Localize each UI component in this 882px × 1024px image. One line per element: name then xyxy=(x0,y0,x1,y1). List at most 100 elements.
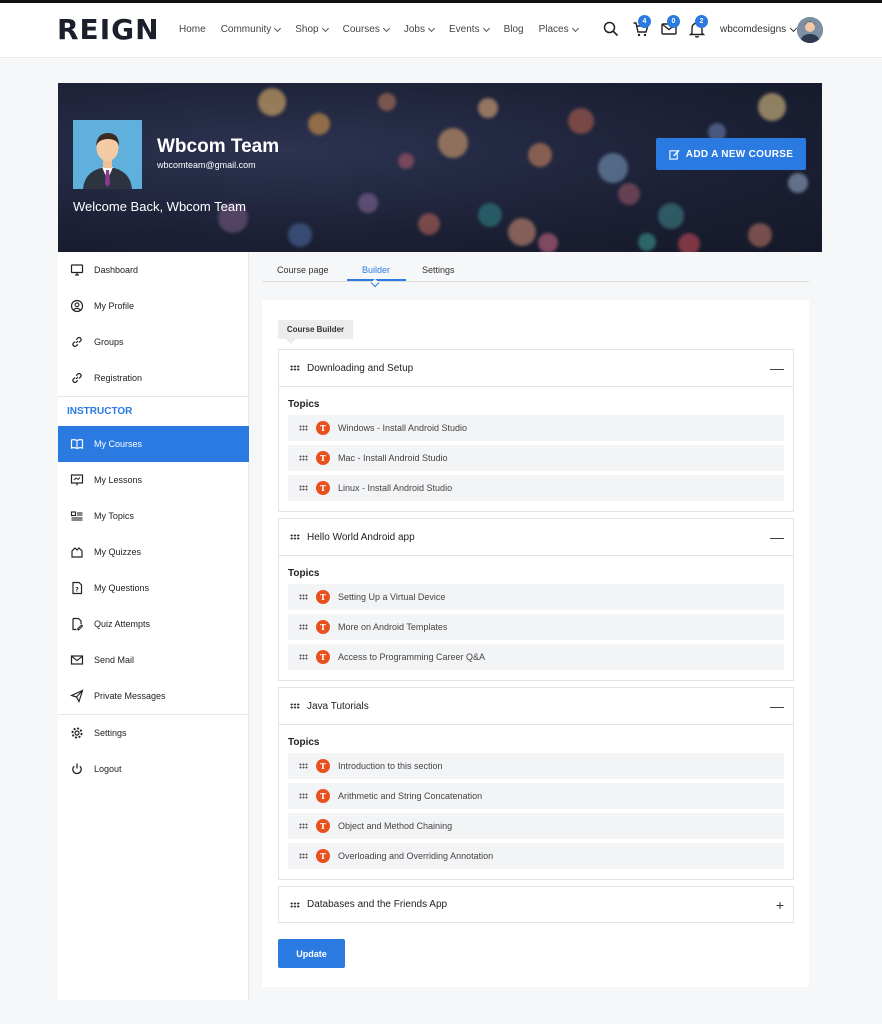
chevron-down-icon xyxy=(382,24,390,32)
sidebar-item-logout[interactable]: Logout xyxy=(58,751,249,787)
sidebar-item-private-messages[interactable]: Private Messages xyxy=(58,678,249,714)
topic-type-icon: T xyxy=(316,421,330,435)
topic-item[interactable]: T Windows - Install Android Studio xyxy=(288,415,784,441)
bokeh-light xyxy=(568,108,594,134)
user-menu[interactable]: wbcomdesigns xyxy=(720,24,798,35)
section-header[interactable]: Hello World Android app — xyxy=(279,519,793,556)
topic-item[interactable]: T Mac - Install Android Studio xyxy=(288,445,784,471)
nav-events[interactable]: Events xyxy=(449,24,490,35)
nav-label: Community xyxy=(220,24,272,35)
bokeh-light xyxy=(638,233,656,251)
search-icon[interactable] xyxy=(602,20,620,38)
topic-item[interactable]: T More on Android Templates xyxy=(288,614,784,640)
sidebar-item-my-quizzes[interactable]: My Quizzes xyxy=(58,534,249,570)
bokeh-light xyxy=(478,203,502,227)
course-section: Hello World Android app — Topics T Setting U… xyxy=(278,518,794,681)
bokeh-light xyxy=(418,213,440,235)
nav-label: Home xyxy=(179,24,206,35)
topic-item[interactable]: T Access to Programming Career Q&A xyxy=(288,644,784,670)
nav-home[interactable]: Home xyxy=(179,24,206,35)
section-footer-space xyxy=(279,674,793,680)
sidebar-item-my-courses[interactable]: My Courses xyxy=(58,426,249,462)
topic-type-icon: T xyxy=(316,590,330,604)
sidebar-item-registration[interactable]: Registration xyxy=(58,360,249,396)
messages-count-badge: 0 xyxy=(667,15,680,28)
sidebar-item-my-topics[interactable]: My Topics xyxy=(58,498,249,534)
tab-course-page[interactable]: Course page xyxy=(277,265,329,275)
sidebar-item-my-profile[interactable]: My Profile xyxy=(58,288,249,324)
sidebar-item-dashboard[interactable]: Dashboard xyxy=(58,252,249,288)
sidebar-item-my-questions[interactable]: ? My Questions xyxy=(58,570,249,606)
sidebar-item-label: Groups xyxy=(94,337,124,347)
drag-handle-icon[interactable] xyxy=(299,425,308,431)
tab-builder[interactable]: Builder xyxy=(362,265,390,275)
section-title: Java Tutorials xyxy=(307,700,369,712)
section-header[interactable]: Java Tutorials — xyxy=(279,688,793,725)
sidebar-item-label: My Courses xyxy=(94,439,143,449)
drag-handle-icon[interactable] xyxy=(290,534,300,540)
topic-item[interactable]: T Overloading and Overriding Annotation xyxy=(288,843,784,869)
bokeh-light xyxy=(288,223,312,247)
drag-handle-icon[interactable] xyxy=(299,594,308,600)
topic-item[interactable]: T Linux - Install Android Studio xyxy=(288,475,784,501)
topic-item[interactable]: T Setting Up a Virtual Device xyxy=(288,584,784,610)
bokeh-light xyxy=(358,193,378,213)
section-header[interactable]: Downloading and Setup — xyxy=(279,350,793,387)
nav-blog[interactable]: Blog xyxy=(504,24,524,35)
section-header[interactable]: Databases and the Friends App + xyxy=(279,887,793,922)
course-tabs: Course page Builder Settings xyxy=(262,258,809,282)
add-new-course-button[interactable]: ADD A NEW COURSE xyxy=(656,138,806,170)
drag-handle-icon[interactable] xyxy=(299,823,308,829)
topic-item[interactable]: T Arithmetic and String Concatenation xyxy=(288,783,784,809)
drag-handle-icon[interactable] xyxy=(290,901,300,908)
drag-handle-icon[interactable] xyxy=(299,624,308,630)
section-title: Databases and the Friends App xyxy=(307,899,448,910)
nav-community[interactable]: Community xyxy=(220,24,282,35)
avatar[interactable] xyxy=(797,17,823,43)
topic-type-icon: T xyxy=(316,451,330,465)
tab-settings[interactable]: Settings xyxy=(422,265,455,275)
expand-icon[interactable]: + xyxy=(776,897,784,913)
drag-handle-icon[interactable] xyxy=(299,455,308,461)
update-button[interactable]: Update xyxy=(278,939,345,968)
collapse-icon[interactable]: — xyxy=(770,698,784,714)
sidebar-item-groups[interactable]: Groups xyxy=(58,324,249,360)
topic-item[interactable]: T Object and Method Chaining xyxy=(288,813,784,839)
link-icon xyxy=(70,335,84,349)
sidebar-item-quiz-attempts[interactable]: Quiz Attempts xyxy=(58,606,249,642)
topic-item[interactable]: T Introduction to this section xyxy=(288,753,784,779)
dashboard-sidebar: Dashboard My Profile Groups Registration INS… xyxy=(58,252,249,1000)
nav-shop[interactable]: Shop xyxy=(295,24,329,35)
sidebar-item-my-lessons[interactable]: My Lessons xyxy=(58,462,249,498)
drag-handle-icon[interactable] xyxy=(290,703,300,709)
chevron-down-icon xyxy=(427,24,436,32)
nav-places[interactable]: Places xyxy=(539,24,579,35)
sidebar-item-send-mail[interactable]: Send Mail xyxy=(58,642,249,678)
drag-handle-icon[interactable] xyxy=(299,763,308,769)
nav-label: Courses xyxy=(342,24,380,35)
bokeh-light xyxy=(528,143,552,167)
nav-jobs[interactable]: Jobs xyxy=(404,24,436,35)
drag-handle-icon[interactable] xyxy=(290,365,300,371)
sidebar-item-label: My Profile xyxy=(94,301,135,311)
bokeh-light xyxy=(598,153,628,183)
site-logo[interactable]: REIGN xyxy=(57,16,160,44)
collapse-icon[interactable]: — xyxy=(770,360,784,376)
main-nav: Home Community Shop Courses Jobs Events Blog Pl… xyxy=(179,24,593,35)
collapse-icon[interactable]: — xyxy=(770,529,784,545)
sidebar-item-settings[interactable]: Settings xyxy=(58,715,249,751)
sidebar-item-label: Settings xyxy=(94,728,127,738)
sidebar-item-label: Quiz Attempts xyxy=(94,619,151,629)
sidebar-item-label: Send Mail xyxy=(94,655,135,665)
bokeh-light xyxy=(658,203,684,229)
drag-handle-icon[interactable] xyxy=(299,654,308,660)
topic-title: Linux - Install Android Studio xyxy=(338,483,453,493)
nav-courses[interactable]: Courses xyxy=(342,24,390,35)
topic-type-icon: T xyxy=(316,620,330,634)
nav-label: Shop xyxy=(295,24,319,35)
topic-title: Arithmetic and String Concatenation xyxy=(338,791,483,801)
site-header: REIGN Home Community Shop Courses Jobs Events… xyxy=(0,3,882,58)
drag-handle-icon[interactable] xyxy=(299,793,308,799)
drag-handle-icon[interactable] xyxy=(299,485,308,491)
drag-handle-icon[interactable] xyxy=(299,853,308,859)
